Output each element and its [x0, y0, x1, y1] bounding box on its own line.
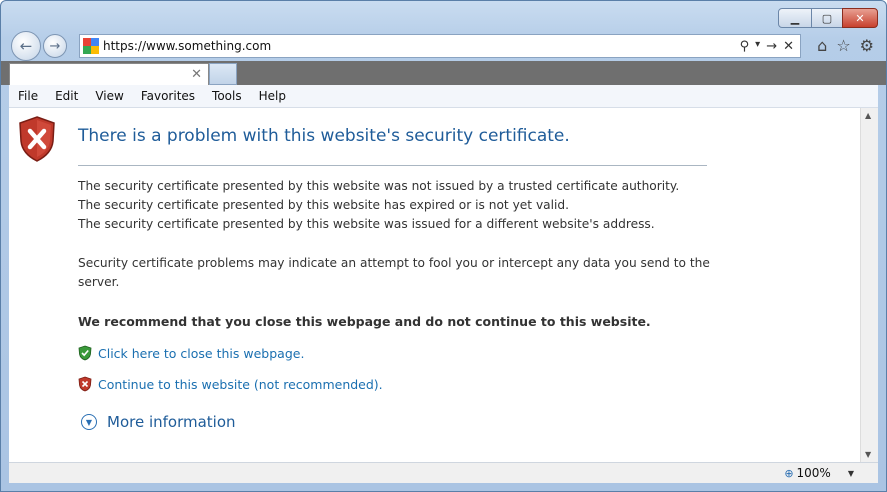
back-button[interactable]: ←: [11, 31, 41, 61]
favorites-star-icon[interactable]: ☆: [836, 36, 850, 55]
close-webpage-row: Click here to close this webpage.: [78, 345, 304, 361]
menu-tools[interactable]: Tools: [203, 89, 250, 103]
back-arrow-icon: ←: [19, 37, 33, 55]
error-shield-icon: [19, 116, 55, 162]
zoom-level: 100%: [796, 466, 831, 480]
reasons-list: The security certificate presented by th…: [78, 177, 679, 234]
go-icon[interactable]: →: [766, 39, 777, 54]
zoom-control[interactable]: ⊕ 100% ▼: [784, 466, 872, 480]
reason-mismatch: The security certificate presented by th…: [78, 217, 655, 231]
menu-bar: File Edit View Favorites Tools Help: [9, 85, 878, 108]
restore-icon: ▢: [821, 11, 833, 25]
divider: [78, 165, 707, 166]
url-text[interactable]: https://www.something.com: [103, 39, 740, 53]
tab-current[interactable]: ✕: [9, 63, 209, 85]
menu-help[interactable]: Help: [250, 89, 294, 103]
address-bar[interactable]: https://www.something.com ⚲ ▾ → ✕: [79, 34, 801, 58]
chevron-down-icon: ▼: [81, 414, 97, 430]
close-icon: ✕: [855, 11, 865, 25]
menu-edit[interactable]: Edit: [46, 89, 86, 103]
home-icon[interactable]: ⌂: [817, 36, 827, 55]
browser-tools: ⌂ ☆ ⚙: [817, 36, 874, 55]
minimize-icon: ▁: [790, 11, 800, 25]
menu-favorites[interactable]: Favorites: [132, 89, 203, 103]
continue-to-website-link[interactable]: Continue to this website (not recommende…: [98, 377, 383, 392]
warning-text: Security certificate problems may indica…: [78, 254, 710, 292]
menu-view[interactable]: View: [86, 89, 131, 103]
tab-close-icon[interactable]: ✕: [191, 67, 202, 82]
zoom-dropdown-icon[interactable]: ▼: [848, 469, 854, 478]
more-information-toggle[interactable]: ▼ More information: [81, 413, 236, 431]
page-content: There is a problem with this website's s…: [9, 108, 861, 462]
page-title: There is a problem with this website's s…: [78, 126, 570, 146]
reason-untrusted: The security certificate presented by th…: [78, 179, 680, 193]
new-tab-button[interactable]: [209, 63, 237, 85]
window-controls: ▁ ▢ ✕: [778, 8, 878, 28]
stop-icon[interactable]: ✕: [783, 39, 794, 54]
vertical-scrollbar[interactable]: ▲ ▼: [860, 108, 878, 462]
zoom-magnifier-icon: ⊕: [784, 466, 794, 480]
forward-arrow-icon: →: [49, 38, 61, 54]
gear-icon[interactable]: ⚙: [860, 36, 874, 55]
red-shield-icon: [78, 376, 92, 392]
more-information-label: More information: [107, 413, 236, 431]
close-button[interactable]: ✕: [842, 8, 878, 28]
warning-line-2: server.: [78, 275, 120, 289]
navigation-bar: ← → https://www.something.com ⚲ ▾ → ✕ ⌂ …: [9, 31, 878, 61]
forward-button[interactable]: →: [43, 34, 67, 58]
restore-button[interactable]: ▢: [811, 8, 843, 28]
green-shield-icon: [78, 345, 92, 361]
browser-window: ▁ ▢ ✕ ← → https://www.something.com ⚲ ▾ …: [0, 0, 887, 492]
tab-strip: ✕: [1, 61, 886, 85]
status-bar: ⊕ 100% ▼: [9, 462, 878, 483]
minimize-button[interactable]: ▁: [778, 8, 812, 28]
menu-file[interactable]: File: [9, 89, 46, 103]
search-icon[interactable]: ⚲: [740, 39, 750, 54]
scroll-up-icon[interactable]: ▲: [865, 111, 871, 120]
warning-line-1: Security certificate problems may indica…: [78, 256, 710, 270]
scroll-down-icon[interactable]: ▼: [865, 450, 871, 459]
continue-row: Continue to this website (not recommende…: [78, 376, 383, 392]
reason-expired: The security certificate presented by th…: [78, 198, 570, 212]
recommendation-text: We recommend that you close this webpage…: [78, 314, 651, 329]
dropdown-icon[interactable]: ▾: [755, 39, 760, 54]
site-favicon-icon: [83, 38, 99, 54]
close-webpage-link[interactable]: Click here to close this webpage.: [98, 346, 304, 361]
